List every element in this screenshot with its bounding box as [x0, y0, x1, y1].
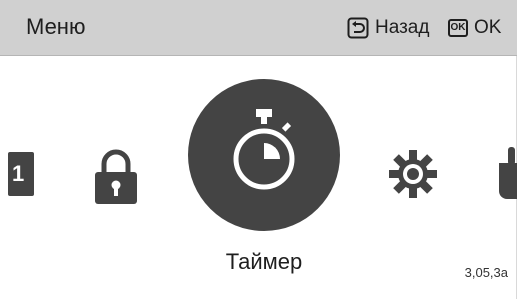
- back-icon: [347, 17, 369, 39]
- back-label: Назад: [375, 17, 430, 38]
- ok-icon: OK: [448, 19, 468, 37]
- version-text: 3,05,3a: [464, 265, 508, 280]
- stopwatch-icon: [233, 109, 295, 190]
- screen: Меню Назад OK OK 1 Таймер 3,05,3a: [0, 0, 517, 299]
- ok-label: OK: [474, 17, 502, 38]
- partial-menu-icon-right[interactable]: [497, 147, 517, 199]
- page-title: Меню: [26, 14, 86, 39]
- partial-menu-item-left[interactable]: 1: [8, 152, 34, 196]
- partial-item-text: 1: [12, 161, 25, 186]
- timer-menu-item[interactable]: [188, 79, 340, 231]
- lock-icon[interactable]: [91, 147, 141, 205]
- header-bar: Меню Назад OK OK: [0, 0, 517, 56]
- gear-icon[interactable]: [389, 150, 437, 198]
- ok-button[interactable]: OK OK: [448, 17, 501, 39]
- selected-item-label: Таймер: [225, 249, 303, 274]
- back-button[interactable]: Назад: [347, 17, 429, 39]
